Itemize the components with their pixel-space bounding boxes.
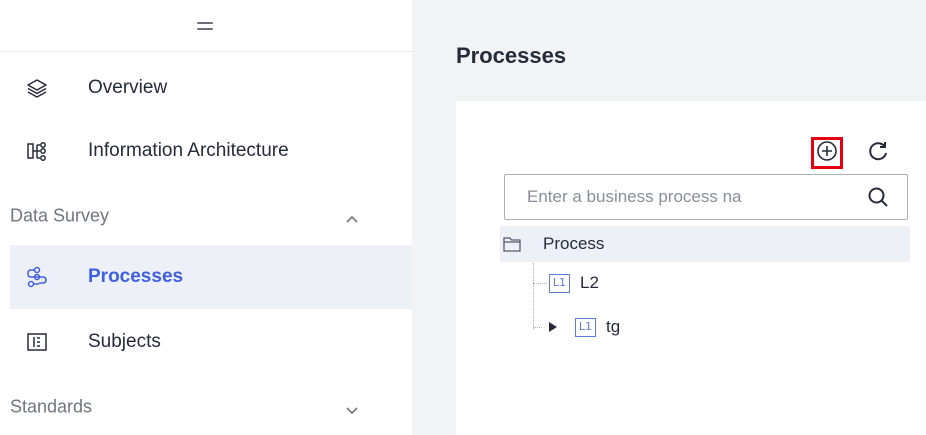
tree-node-tg[interactable]: L1 tg	[533, 312, 733, 346]
tree-node-l2[interactable]: L1 L2	[533, 268, 733, 302]
process-search-field[interactable]	[504, 174, 908, 220]
sidebar-item-information-architecture[interactable]: Information Architecture	[10, 119, 412, 183]
sidebar-group-label: Data Survey	[10, 205, 110, 226]
refresh-icon	[866, 139, 890, 168]
tree-connector	[533, 327, 542, 328]
page-title: Processes	[456, 43, 567, 68]
tree-connector	[533, 283, 547, 284]
main-content: Processes Enter a business process na Pr…	[412, 0, 926, 435]
sidebar-item-label: Processes	[88, 266, 184, 287]
expand-arrow-icon[interactable]	[549, 322, 557, 332]
sidebar: Overview Information Architecture Data S…	[0, 0, 412, 435]
tree-node-label: L2	[580, 273, 599, 292]
add-process-button[interactable]	[811, 137, 843, 169]
sidebar-item-processes[interactable]: Processes	[10, 245, 412, 309]
tree-root-label: Process	[543, 234, 605, 253]
refresh-button[interactable]	[865, 140, 891, 166]
add-circle-icon	[816, 140, 838, 167]
layers-icon	[26, 77, 48, 99]
search-input[interactable]	[505, 175, 855, 219]
search-icon[interactable]	[867, 186, 889, 208]
process-flow-icon	[26, 266, 48, 288]
architecture-icon	[26, 140, 48, 162]
subject-icon	[26, 331, 48, 353]
tree-root-process[interactable]: Process	[500, 226, 910, 262]
sidebar-group-label: Standards	[10, 396, 93, 417]
sidebar-item-overview[interactable]: Overview	[10, 56, 412, 120]
level-badge: L1	[549, 274, 570, 293]
tree-node-label: tg	[606, 317, 621, 336]
sidebar-header	[0, 0, 412, 52]
sidebar-group-standards[interactable]: Standards	[10, 375, 412, 435]
sidebar-group-data-survey[interactable]: Data Survey	[10, 184, 412, 248]
sidebar-item-label: Subjects	[88, 331, 161, 352]
chevron-up-icon	[345, 211, 359, 223]
sidebar-item-label: Information Architecture	[88, 140, 289, 161]
sidebar-item-label: Overview	[88, 77, 168, 98]
chevron-down-icon	[345, 402, 359, 415]
folder-icon	[503, 236, 521, 252]
menu-toggle-icon[interactable]	[197, 22, 213, 32]
level-badge: L1	[575, 318, 596, 337]
sidebar-item-subjects[interactable]: Subjects	[10, 310, 412, 374]
process-tree-panel: Process L1 L2 L1 tg	[456, 101, 926, 435]
